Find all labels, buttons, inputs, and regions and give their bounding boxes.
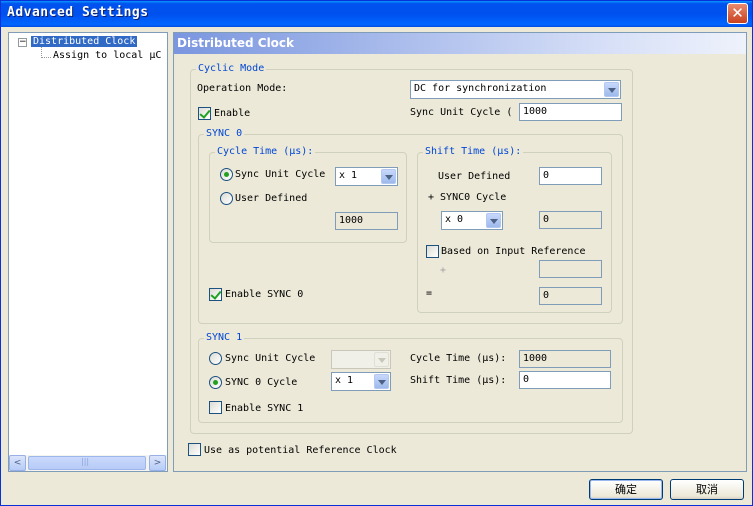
based-on-input-checkbox[interactable]	[426, 245, 439, 258]
sync1-radio-sync0-cycle[interactable]	[209, 376, 222, 389]
scroll-right-icon[interactable]: >	[149, 455, 166, 471]
scroll-thumb[interactable]: |||	[28, 456, 146, 470]
sync1-cycle-time-label: Cycle Time (μs):	[410, 353, 507, 364]
enable-checkbox[interactable]	[198, 107, 211, 120]
sync1-multiplier-select[interactable]: x 1	[331, 372, 391, 391]
sync0-cycle-time-value[interactable]: 1000	[335, 212, 398, 230]
group-title-sync0: SYNC 0	[204, 128, 245, 139]
collapse-icon[interactable]: −	[18, 38, 27, 47]
grip-icon: |||	[81, 457, 90, 466]
group-title-sync1: SYNC 1	[204, 332, 245, 343]
settings-tree: − Distributed Clock Assign to local μC	[8, 32, 168, 472]
dropdown-arrow-icon[interactable]	[374, 374, 389, 389]
shift-multiplier-select[interactable]: x 0	[441, 211, 503, 230]
multiplier-value: x 1	[339, 170, 358, 181]
title-bar[interactable]: Advanced Settings ✕	[1, 1, 752, 27]
group-title-shift-time: Shift Time (μs):	[423, 146, 524, 157]
equals-symbol: =	[426, 288, 433, 299]
close-icon[interactable]: ✕	[727, 3, 748, 24]
user-defined-label: User Defined	[438, 171, 511, 182]
sync1-shift-time-label: Shift Time (μs):	[410, 375, 507, 386]
sync1-unit-cycle-select[interactable]	[331, 350, 391, 369]
reference-clock-checkbox[interactable]	[188, 443, 201, 456]
distributed-clock-panel: Distributed Clock Cyclic Mode Operation …	[173, 32, 747, 472]
operation-mode-label: Operation Mode:	[197, 83, 288, 94]
radio-label: SYNC 0 Cycle	[225, 377, 298, 388]
dropdown-arrow-icon[interactable]	[381, 169, 396, 184]
tree-horizontal-scrollbar[interactable]: < ||| >	[9, 455, 167, 471]
scroll-left-icon[interactable]: <	[9, 455, 26, 471]
reference-clock-label: Use as potential Reference Clock	[204, 445, 397, 456]
enable-label: Enable	[214, 108, 251, 119]
enable-sync0-label: Enable SYNC 0	[225, 289, 304, 300]
sync0-radio-user-defined[interactable]	[220, 192, 233, 205]
shift-time-result: 0	[539, 287, 602, 305]
enable-sync1-label: Enable SYNC 1	[225, 403, 304, 414]
ok-button[interactable]: 确定	[589, 479, 663, 500]
tree-item-label: Distributed Clock	[31, 36, 138, 47]
input-reference-value	[539, 260, 602, 278]
multiplier-value: x 0	[445, 214, 464, 225]
plus-sync0-cycle-label: + SYNC0 Cycle	[428, 192, 507, 203]
group-title-cycle-time: Cycle Time (μs):	[215, 146, 316, 157]
group-title-cyclic-mode: Cyclic Mode	[196, 63, 267, 74]
enable-sync1-checkbox[interactable]	[209, 401, 222, 414]
sync1-radio-sync-unit-cycle[interactable]	[209, 352, 222, 365]
shift-multiplier-result: 0	[539, 211, 602, 229]
sync-unit-cycle-label: Sync Unit Cycle (	[410, 107, 513, 118]
dropdown-arrow-icon[interactable]	[374, 352, 389, 367]
tree-item-distributed-clock[interactable]: Distributed Clock	[31, 36, 138, 47]
tree-item-label: Assign to local μC	[53, 50, 162, 61]
tree-connector	[41, 57, 51, 58]
advanced-settings-dialog: Advanced Settings ✕ − Distributed Clock …	[0, 0, 753, 506]
enable-sync0-checkbox[interactable]	[209, 288, 222, 301]
shift-user-defined-input[interactable]: 0	[539, 167, 602, 185]
panel-title: Distributed Clock	[174, 33, 746, 54]
operation-mode-value: DC for synchronization	[414, 83, 547, 94]
sync1-cycle-time-value: 1000	[519, 350, 611, 368]
plus-symbol: +	[440, 265, 447, 276]
radio-label: Sync Unit Cycle	[235, 169, 326, 180]
operation-mode-select[interactable]: DC for synchronization	[410, 80, 621, 99]
dropdown-arrow-icon[interactable]	[486, 213, 501, 228]
sync0-multiplier-select[interactable]: x 1	[335, 167, 398, 186]
multiplier-value: x 1	[335, 375, 354, 386]
cancel-button[interactable]: 取消	[670, 479, 744, 500]
tree-item-assign-local[interactable]: Assign to local μC	[53, 50, 161, 61]
radio-label: Sync Unit Cycle	[225, 353, 316, 364]
dropdown-arrow-icon[interactable]	[604, 82, 619, 97]
window-title: Advanced Settings	[7, 5, 149, 20]
sync-unit-cycle-input[interactable]: 1000	[519, 103, 622, 121]
sync1-shift-time-input[interactable]: 0	[519, 371, 611, 389]
radio-label: User Defined	[235, 193, 308, 204]
based-on-input-label: Based on Input Reference	[441, 246, 586, 257]
sync0-radio-sync-unit-cycle[interactable]	[220, 168, 233, 181]
